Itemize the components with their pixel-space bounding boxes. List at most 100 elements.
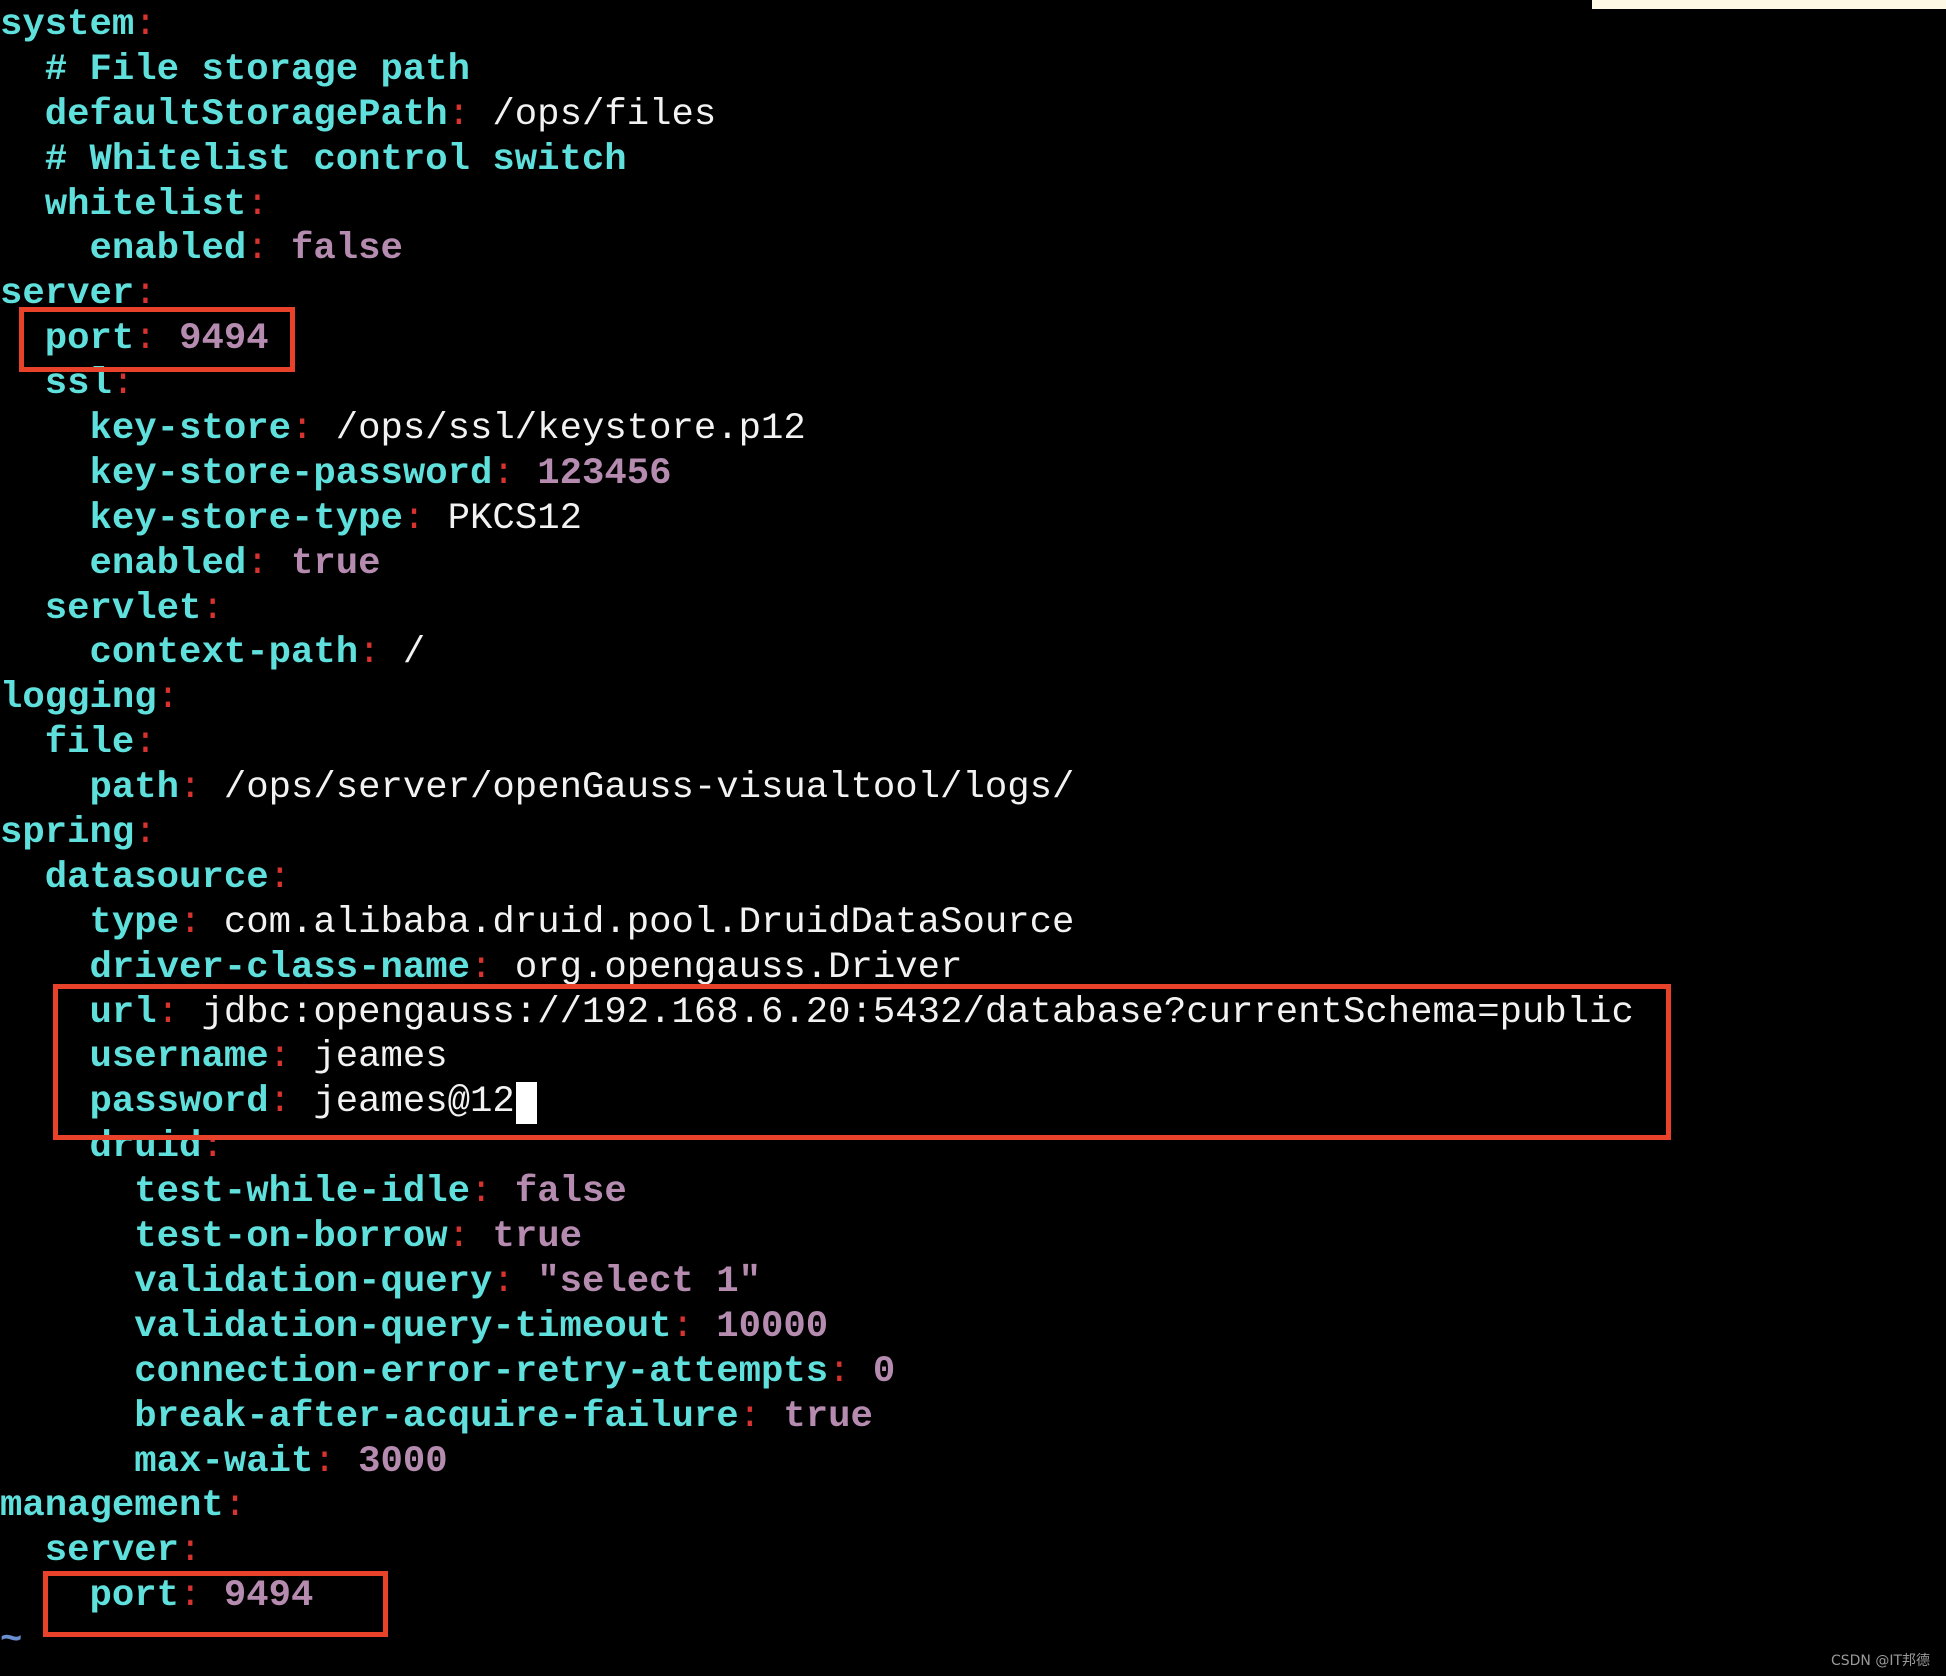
yaml-key: validation-query-timeout	[134, 1305, 672, 1348]
yaml-colon: :	[671, 1305, 694, 1348]
yaml-key: context-path	[89, 632, 359, 675]
yaml-key: test-while-idle	[134, 1171, 471, 1214]
yaml-key: key-store-password	[89, 452, 493, 495]
yaml-value: /ops/server/openGauss-visualtool/logs/	[223, 767, 1075, 810]
yaml-key: servlet	[44, 587, 202, 630]
yaml-key: driver-class-name	[89, 946, 471, 989]
code-line: key-store-password: 123456	[0, 452, 1634, 497]
yaml-value: true	[783, 1395, 873, 1438]
yaml-comment: # File storage path	[44, 48, 471, 91]
yaml-colon: :	[156, 677, 180, 720]
yaml-colon: :	[470, 1171, 493, 1214]
yaml-key: validation-query	[134, 1260, 493, 1303]
top-right-strip	[1592, 0, 1946, 9]
yaml-value: false	[514, 1171, 627, 1214]
yaml-colon: :	[492, 1260, 515, 1303]
code-line: context-path: /	[0, 631, 1634, 676]
code-line: spring:	[0, 811, 1634, 856]
yaml-key: max-wait	[134, 1440, 314, 1483]
watermark: CSDN @IT邦德	[1830, 1653, 1930, 1669]
code-line: server:	[0, 1529, 1634, 1574]
yaml-value: false	[291, 228, 403, 271]
yaml-key: file	[44, 722, 135, 765]
code-line: key-store-type: PKCS12	[0, 497, 1634, 542]
terminal-editor[interactable]: system: # File storage path defaultStora…	[0, 3, 1634, 1664]
code-line: key-store: /ops/ssl/keystore.p12	[0, 407, 1634, 452]
yaml-key: spring	[0, 812, 135, 855]
yaml-value: 0	[872, 1350, 896, 1393]
yaml-colon: :	[179, 767, 202, 810]
text-cursor	[516, 1082, 537, 1124]
yaml-value: org.opengauss.Driver	[514, 946, 963, 989]
yaml-colon: :	[313, 1440, 336, 1483]
yaml-value: 123456	[537, 452, 672, 495]
yaml-colon: :	[402, 497, 426, 540]
yaml-value: /ops/files	[492, 93, 717, 136]
yaml-colon: :	[828, 1350, 851, 1393]
yaml-key: enabled	[89, 542, 247, 585]
code-line: test-on-borrow: true	[0, 1215, 1634, 1260]
yaml-colon: :	[268, 856, 291, 899]
code-line: servlet:	[0, 587, 1634, 632]
yaml-colon: :	[738, 1395, 761, 1438]
code-line: validation-query-timeout: 10000	[0, 1305, 1634, 1350]
yaml-key: key-store	[89, 408, 291, 451]
code-line: logging:	[0, 676, 1634, 721]
yaml-value: /	[402, 632, 426, 675]
yaml-key: test-on-borrow	[134, 1216, 448, 1259]
yaml-value: true	[291, 542, 381, 585]
code-line: management:	[0, 1484, 1634, 1529]
yaml-colon: :	[358, 632, 381, 675]
yaml-colon: :	[134, 722, 157, 765]
yaml-colon: :	[470, 946, 493, 989]
highlight-management-port	[43, 1571, 388, 1637]
code-line: datasource:	[0, 856, 1634, 901]
code-line: max-wait: 3000	[0, 1440, 1634, 1485]
yaml-colon: :	[492, 452, 515, 495]
highlight-server-port	[19, 307, 295, 372]
yaml-key: break-after-acquire-failure	[134, 1395, 739, 1438]
code-line: connection-error-retry-attempts: 0	[0, 1350, 1634, 1395]
code-line: defaultStoragePath: /ops/files	[0, 93, 1634, 138]
yaml-colon: :	[290, 408, 314, 451]
code-line: # File storage path	[0, 48, 1634, 93]
yaml-key: server	[44, 1530, 180, 1573]
code-line: break-after-acquire-failure: true	[0, 1395, 1634, 1440]
yaml-value: "select 1"	[537, 1260, 762, 1303]
yaml-key: type	[89, 901, 180, 944]
yaml-colon: :	[179, 901, 202, 944]
yaml-value: 10000	[716, 1305, 829, 1348]
highlight-datasource-credentials	[53, 984, 1671, 1140]
code-line: validation-query: "select 1"	[0, 1260, 1634, 1305]
code-line: path: /ops/server/openGauss-visualtool/l…	[0, 766, 1634, 811]
yaml-value: true	[492, 1216, 582, 1259]
yaml-colon: :	[246, 542, 269, 585]
yaml-value: PKCS12	[447, 497, 582, 540]
yaml-key: path	[89, 767, 180, 810]
yaml-colon: :	[134, 812, 157, 855]
yaml-colon: :	[201, 587, 224, 630]
code-line: type: com.alibaba.druid.pool.DruidDataSo…	[0, 901, 1634, 946]
yaml-value: /ops/ssl/keystore.p12	[335, 408, 806, 451]
yaml-key: whitelist	[44, 183, 247, 226]
yaml-colon: :	[134, 4, 157, 46]
yaml-value: com.alibaba.druid.pool.DruidDataSource	[223, 901, 1075, 944]
code-line: test-while-idle: false	[0, 1170, 1634, 1215]
code-line: whitelist:	[0, 183, 1634, 228]
code-line: # Whitelist control switch	[0, 138, 1634, 183]
yaml-key: system	[0, 4, 135, 46]
yaml-colon: :	[447, 1216, 471, 1259]
yaml-colon: :	[223, 1485, 247, 1528]
yaml-key: logging	[0, 677, 157, 720]
yaml-colon: :	[179, 1530, 202, 1573]
yaml-key: datasource	[44, 856, 269, 899]
code-line: enabled: false	[0, 227, 1634, 272]
yaml-key: management	[0, 1485, 224, 1528]
yaml-key: key-store-type	[89, 497, 403, 540]
yaml-colon: :	[447, 93, 471, 136]
yaml-comment: # Whitelist control switch	[44, 138, 627, 181]
yaml-key: defaultStoragePath	[44, 93, 448, 136]
yaml-value: 3000	[358, 1440, 448, 1483]
code-line: file:	[0, 721, 1634, 766]
yaml-key: connection-error-retry-attempts	[134, 1350, 829, 1393]
